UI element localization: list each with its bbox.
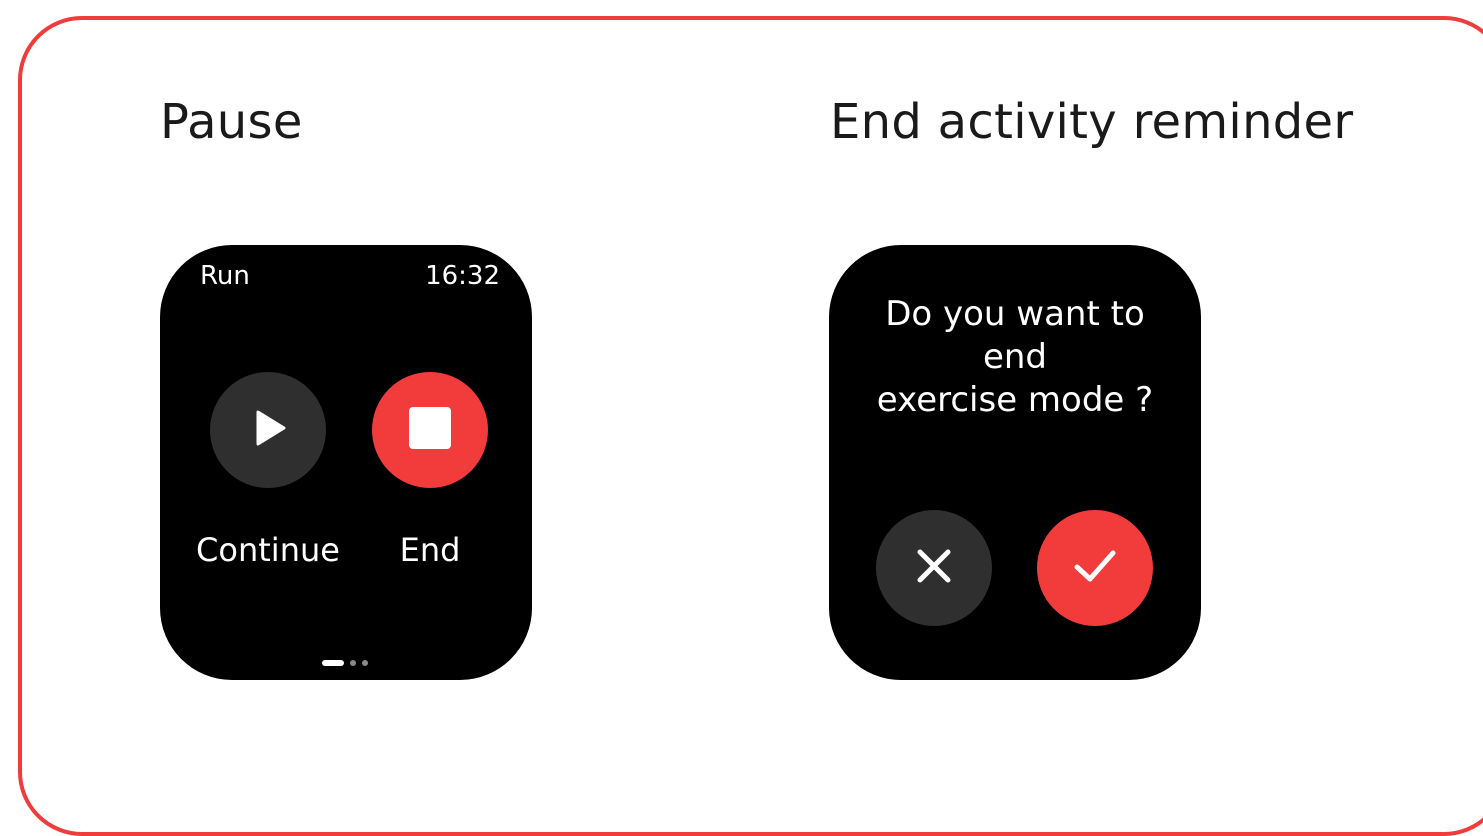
pause-watch-screen: Run 16:32 Continue End: [160, 245, 532, 680]
clock-time: 16:32: [425, 261, 500, 291]
end-label: End: [399, 531, 461, 569]
stop-icon: [407, 405, 453, 455]
check-icon: [1067, 538, 1123, 598]
question-line: end: [982, 337, 1048, 377]
confirm-button[interactable]: [1037, 510, 1153, 626]
end-reminder-watch-screen: Do you want to end exercise mode ?: [829, 245, 1201, 680]
continue-label: Continue: [196, 531, 340, 569]
end-exercise-question: Do you want to end exercise mode ?: [829, 293, 1201, 422]
question-line: Do you want to: [885, 294, 1145, 334]
close-icon: [912, 544, 956, 592]
end-reminder-heading: End activity reminder: [830, 94, 1354, 150]
continue-button[interactable]: [210, 372, 326, 488]
page-dot: [350, 660, 356, 666]
page-dot-active: [322, 660, 344, 666]
question-line: exercise mode ?: [876, 380, 1154, 420]
pause-heading: Pause: [160, 94, 303, 150]
end-button[interactable]: [372, 372, 488, 488]
page-indicator: [322, 660, 368, 666]
play-icon: [244, 404, 292, 456]
cancel-button[interactable]: [876, 510, 992, 626]
page-dot: [362, 660, 368, 666]
app-name: Run: [200, 261, 250, 291]
